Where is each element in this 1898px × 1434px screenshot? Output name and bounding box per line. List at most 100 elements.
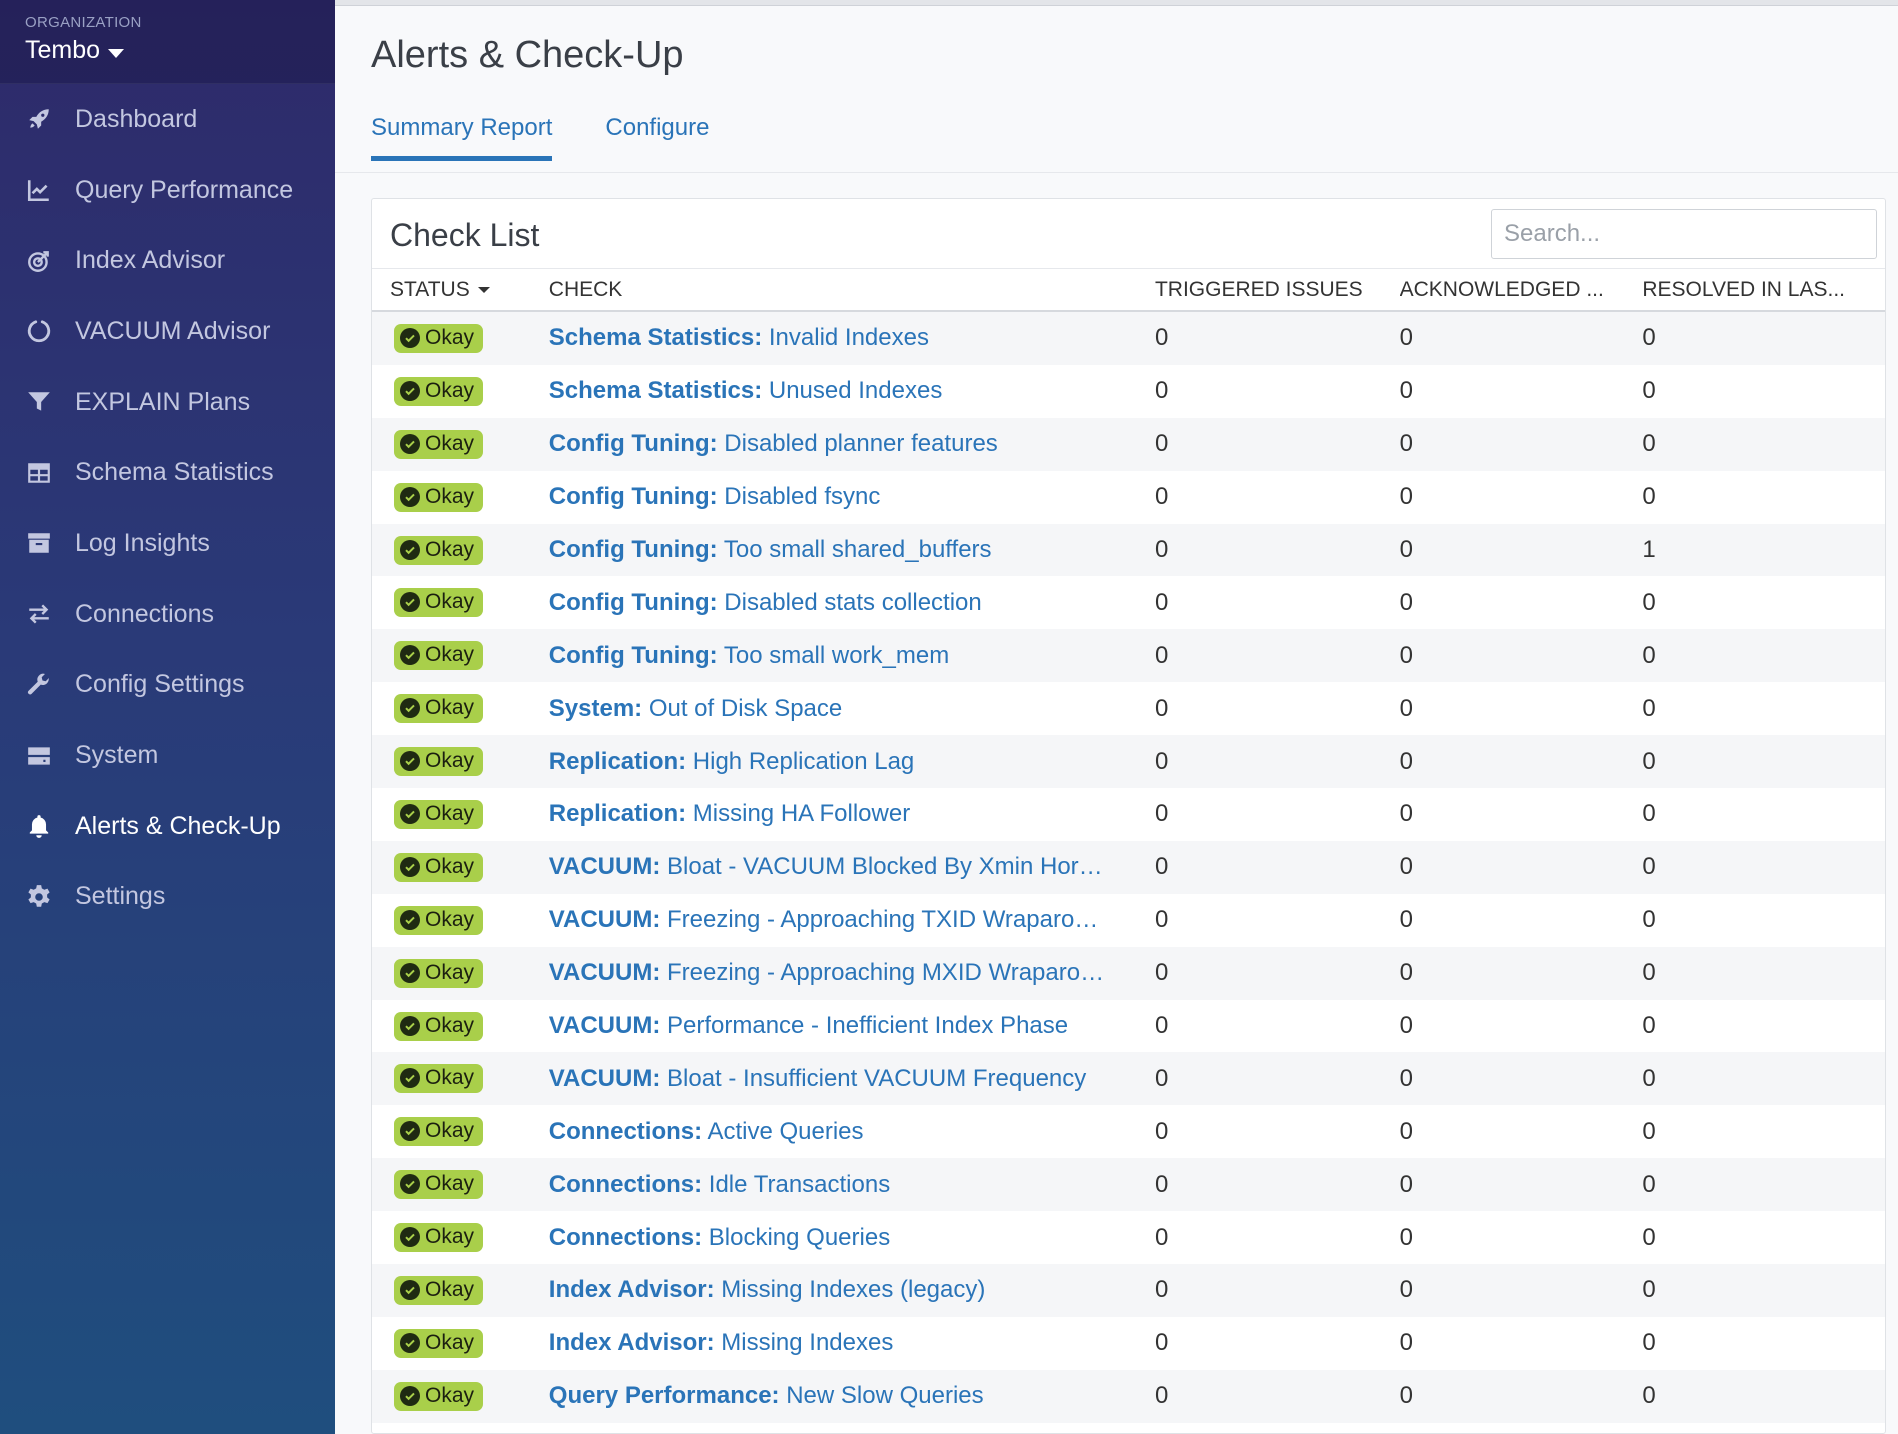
acknowledged-value: 0 [1399,588,1413,616]
resolved-value: 0 [1642,1382,1656,1410]
header-triggered-issues[interactable]: TRIGGERED ISSUES [1155,278,1400,302]
sidebar-item-explain-plans[interactable]: EXPLAIN Plans [0,367,335,438]
check-circle-icon [400,327,420,348]
check-link[interactable]: Connections: Active Queries [549,1118,864,1145]
sidebar-item-vacuum-advisor[interactable]: VACUUM Advisor [0,296,335,367]
sidebar-item-query-performance[interactable]: Query Performance [0,155,335,226]
check-category: VACUUM: [548,1064,661,1092]
header-check[interactable]: CHECK [549,278,1155,302]
panel-title: Check List [390,217,540,253]
status-badge: Okay [394,1381,484,1411]
table-row: Okay Connections: Idle Transactions 0 0 0 [372,1158,1885,1212]
status-cell: Okay [372,1328,549,1358]
check-link[interactable]: VACUUM: Freezing - Approaching MXID Wrap… [549,959,1104,986]
status-cell: Okay [372,747,549,777]
acknowledged-value: 0 [1399,747,1413,775]
check-name: Invalid Indexes [768,324,929,352]
triggered-issues-value: 0 [1154,853,1169,881]
sidebar-item-label: Query Performance [75,175,294,204]
check-name: Missing Indexes [721,1329,894,1357]
sidebar-item-alerts-check-up[interactable]: Alerts & Check-Up [0,791,335,862]
status-cell: Okay [372,376,549,406]
check-link[interactable]: Index Advisor: Missing Indexes (legacy) [549,1276,986,1303]
check-circle-icon [400,433,420,454]
sidebar-item-config-settings[interactable]: Config Settings [0,650,335,721]
table-row: Okay Config Tuning: Disabled planner feat… [372,417,1885,471]
tab-configure[interactable]: Configure [605,114,709,161]
header-acknowledged[interactable]: ACKNOWLEDGED ... [1400,278,1643,302]
check-link[interactable]: Schema Statistics: Unused Indexes [549,377,943,404]
wrench-icon [25,671,53,699]
status-cell: Okay [372,1381,549,1411]
tab-summary-report[interactable]: Summary Report [371,114,553,161]
check-link[interactable]: VACUUM: Performance - Inefficient Index … [549,1012,1068,1039]
sidebar-item-system[interactable]: System [0,720,335,791]
sidebar-item-connections[interactable]: Connections [0,579,335,650]
status-badge: Okay [394,958,484,988]
check-category: Config Tuning: [548,536,718,563]
table-row: Okay Connections: Blocking Queries 0 0 0 [372,1211,1885,1265]
sidebar-item-index-advisor[interactable]: Index Advisor [0,225,335,296]
check-link[interactable]: Connections: Idle Transactions [549,1171,890,1198]
acknowledged-value: 0 [1399,1170,1413,1198]
status-cell: Okay [372,905,549,935]
acknowledged-value: 0 [1399,853,1413,881]
resolved-value: 0 [1642,747,1656,775]
check-link[interactable]: Schema Statistics: Invalid Indexes [549,324,929,351]
check-link[interactable]: Replication: Missing HA Follower [549,800,910,827]
header-status[interactable]: STATUS [372,278,549,302]
check-link[interactable]: VACUUM: Freezing - Approaching TXID Wrap… [549,906,1099,933]
header-resolved[interactable]: RESOLVED IN LAS... [1642,278,1885,302]
sidebar-item-dashboard[interactable]: Dashboard [0,84,335,155]
triggered-issues-value: 0 [1154,694,1169,722]
check-cell: System: Out of Disk Space [549,695,1155,723]
status-label: Okay [425,590,475,614]
check-link[interactable]: VACUUM: Bloat - Insufficient VACUUM Freq… [549,1065,1087,1092]
triggered-issues-value: 0 [1154,959,1169,987]
check-link[interactable]: Config Tuning: Disabled planner features [549,430,998,457]
status-cell: Okay [372,482,549,512]
table-row: Okay Schema Statistics: Unused Indexes 0 0 0 [372,364,1885,418]
sidebar-item-label: Dashboard [75,104,198,133]
triggered-issues-value: 0 [1154,536,1169,563]
table-row: Okay Config Tuning: Too small work_mem 0 0 0 [372,629,1885,683]
sidebar-item-settings[interactable]: Settings [0,862,335,933]
check-cell: Index Advisor: Missing Indexes [549,1329,1155,1357]
org-name-dropdown[interactable]: Tembo [25,36,335,65]
check-circle-icon [400,539,420,560]
sidebar-item-log-insights[interactable]: Log Insights [0,508,335,579]
line-chart-icon [25,176,53,204]
check-category: VACUUM: [548,853,661,881]
sidebar-item-label: Config Settings [75,670,245,699]
check-link[interactable]: Replication: High Replication Lag [549,748,915,775]
check-cell: Query Performance: New Slow Queries [549,1382,1155,1410]
status-badge: Okay [394,535,484,565]
check-name: New Slow Queries [786,1382,984,1410]
check-link[interactable]: Config Tuning: Too small work_mem [549,642,949,669]
check-link[interactable]: Config Tuning: Disabled stats collection [549,589,982,616]
sidebar-item-label: System [75,741,159,770]
check-link[interactable]: VACUUM: Bloat - VACUUM Blocked By Xmin H… [549,853,1103,880]
check-cell: Connections: Blocking Queries [549,1224,1155,1252]
check-link[interactable]: Query Performance: New Slow Queries [549,1382,984,1409]
sidebar: ORGANIZATION Tembo Dashboard Query Perfor… [0,0,335,1434]
circle-notch-icon [25,317,53,345]
search-input[interactable] [1491,209,1877,259]
table-row: Okay VACUUM: Bloat - VACUUM Blocked By Xm… [372,840,1885,894]
check-link[interactable]: Connections: Blocking Queries [549,1224,890,1251]
check-category: Config Tuning: [548,588,718,616]
sidebar-item-schema-statistics[interactable]: Schema Statistics [0,437,335,508]
check-link[interactable]: Config Tuning: Disabled fsync [549,483,881,510]
acknowledged-value: 0 [1399,641,1413,669]
check-link[interactable]: Index Advisor: Missing Indexes [549,1329,894,1356]
check-link[interactable]: System: Out of Disk Space [549,695,842,722]
check-link[interactable]: Config Tuning: Too small shared_buffers [549,536,992,563]
check-cell: Replication: High Replication Lag [549,748,1155,776]
check-cell: Schema Statistics: Invalid Indexes [549,324,1155,352]
check-name: Missing HA Follower [692,800,911,828]
org-switcher[interactable]: ORGANIZATION Tembo [0,0,335,84]
check-category: Schema Statistics: [548,377,763,405]
check-category: VACUUM: [548,906,661,934]
org-label: ORGANIZATION [25,14,142,31]
check-category: Index Advisor: [548,1276,715,1304]
